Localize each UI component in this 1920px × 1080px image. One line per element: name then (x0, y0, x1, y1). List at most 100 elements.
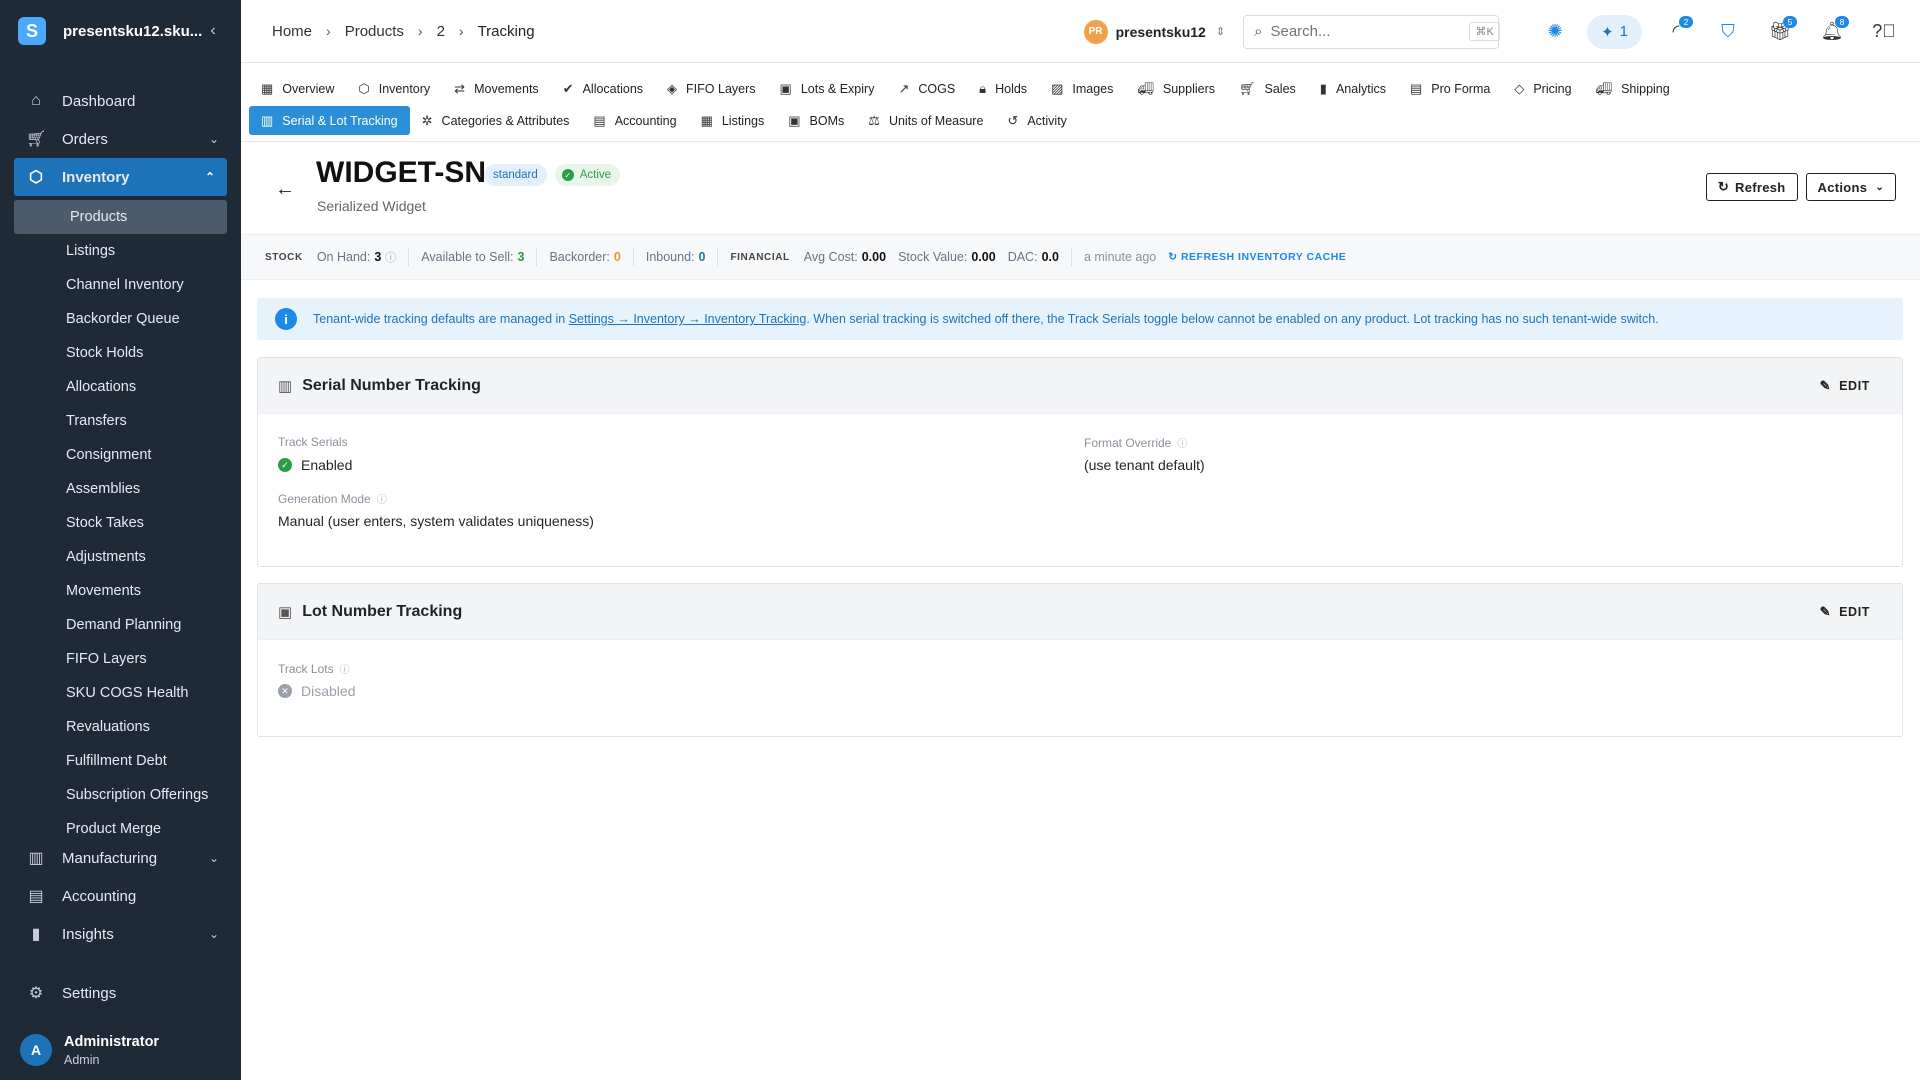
info-icon[interactable]: ⓘ (340, 661, 350, 676)
sidebar-subitem-movements[interactable]: Movements (0, 574, 241, 608)
sidebar-item-settings[interactable]: ⚙ Settings (0, 974, 241, 1012)
settings-link[interactable]: Settings → Inventory → Inventory Trackin… (569, 312, 807, 326)
tab-listings[interactable]: ▦ Listings (689, 106, 777, 135)
sidebar-subitem-demand-planning[interactable]: Demand Planning (0, 608, 241, 642)
gift-icon[interactable]: 🎁︎ 5 (1762, 14, 1798, 50)
user-role: Admin (64, 1052, 100, 1067)
chevron-left-icon[interactable]: ‹ (203, 22, 223, 40)
breadcrumb-products[interactable]: Products (345, 23, 404, 40)
inventory-submenu: Products Listings Channel Inventory Backord… (0, 200, 241, 846)
tab-label: Overview (282, 81, 335, 96)
sidebar-subitem-subscription-offerings[interactable]: Subscription Offerings (0, 778, 241, 812)
last-updated: a minute ago (1083, 250, 1157, 264)
x-circle-icon: ✕ (278, 684, 292, 698)
tab-icon: ↗ (898, 80, 910, 96)
sidebar-subitem-transfers[interactable]: Transfers (0, 404, 241, 438)
sidebar-item-inventory[interactable]: ⬡ Inventory ⌃ (14, 158, 227, 196)
tab-images[interactable]: ▨ Images (1039, 74, 1125, 103)
arrow-left-icon[interactable]: ← (275, 178, 295, 201)
track-serials-label: Track Serials (278, 435, 348, 449)
tab-inventory[interactable]: ⬡ Inventory (346, 74, 442, 103)
sidebar-subitem-backorder-queue[interactable]: Backorder Queue (0, 302, 241, 336)
tab-icon: ◈ (667, 80, 678, 96)
refresh-icon: ↻ (1168, 251, 1181, 263)
sidebar-item-orders[interactable]: 🛒︎ Orders ⌄ (0, 120, 241, 158)
sidebar-subitem-consignment[interactable]: Consignment (0, 438, 241, 472)
sidebar-subitem-listings[interactable]: Listings (0, 234, 241, 268)
tab-accounting[interactable]: ▤ Accounting (581, 106, 688, 135)
help-icon[interactable]: ?⃝ (1866, 14, 1902, 50)
banner-text-pre: Tenant-wide tracking defaults are manage… (313, 312, 566, 326)
edit-button[interactable]: ✎ EDIT (1806, 604, 1884, 620)
tab-suppliers[interactable]: 🚚︎ Suppliers (1125, 74, 1227, 103)
app-logo[interactable]: S (18, 17, 46, 45)
tab-pricing[interactable]: ◇ Pricing (1502, 74, 1583, 103)
tab-label: Listings (721, 113, 765, 128)
tab-pro-forma[interactable]: ▤ Pro Forma (1398, 74, 1502, 103)
tab-units-of-measure[interactable]: ⚖ Units of Measure (856, 106, 995, 135)
field-label: Track Lots ⓘ (278, 661, 350, 677)
tab-overview[interactable]: ▦ Overview (249, 74, 346, 103)
available-label: Available to Sell: (421, 250, 514, 264)
tenant-switcher[interactable]: PR presentsku12 ⇕ (1083, 19, 1225, 44)
sidebar-subitem-assemblies[interactable]: Assemblies (0, 472, 241, 506)
refresh-cache-link[interactable]: ↻ REFRESH INVENTORY CACHE (1168, 251, 1346, 263)
tab-serial-lot-tracking[interactable]: ▥ Serial & Lot Tracking (249, 106, 410, 135)
product-name: Serialized Widget (317, 198, 426, 214)
avg-cost-label: Avg Cost: (803, 250, 858, 264)
info-icon[interactable]: ⓘ (1177, 435, 1187, 450)
format-override-label: Format Override (1084, 435, 1172, 450)
sidebar-item-dashboard[interactable]: ⌂ Dashboard (0, 82, 241, 120)
tab-shipping[interactable]: 🚚︎ Shipping (1584, 74, 1682, 103)
tab-boms[interactable]: ▣ BOMs (776, 106, 856, 135)
sidebar-subitem-adjustments[interactable]: Adjustments (0, 540, 241, 574)
tab-lots-expiry[interactable]: ▣ Lots & Expiry (768, 74, 887, 103)
tab-movements[interactable]: ⇄ Movements (442, 74, 551, 103)
breadcrumb-product-id[interactable]: 2 (437, 23, 445, 40)
sidebar-subitem-fifo-layers[interactable]: FIFO Layers (0, 642, 241, 676)
tab-label: COGS (918, 81, 956, 96)
tab-cogs[interactable]: ↗ COGS (886, 74, 967, 103)
sidebar-subitem-sku-cogs-health[interactable]: SKU COGS Health (0, 676, 241, 710)
inbound-value: 0 (698, 250, 706, 264)
activity-icon[interactable]: ◜ 2 (1658, 14, 1694, 50)
tab-fifo-layers[interactable]: ◈ FIFO Layers (655, 74, 767, 103)
bell-icon[interactable]: 🔔︎ 8 (1814, 14, 1850, 50)
chevron-down-icon: ⌄ (208, 927, 219, 941)
sidebar-item-manufacturing[interactable]: ▥ Manufacturing ⌄ (0, 839, 241, 877)
search-input[interactable] (1270, 23, 1470, 40)
sidebar-subitem-channel-inventory[interactable]: Channel Inventory (0, 268, 241, 302)
tab-analytics[interactable]: ▮ Analytics (1308, 74, 1398, 103)
sidebar-item-insights[interactable]: ▮ Insights ⌄ (0, 915, 241, 953)
info-icon[interactable]: ⓘ (385, 252, 396, 264)
tab-allocations[interactable]: ✔ Allocations (551, 74, 655, 103)
type-badge: standard (484, 164, 547, 186)
sidebar-subitem-stock-holds[interactable]: Stock Holds (0, 336, 241, 370)
breadcrumb-home[interactable]: Home (272, 23, 312, 40)
generation-mode-value: Manual (user enters, system validates un… (278, 513, 594, 529)
shield-icon[interactable]: ⛉ (1710, 14, 1746, 50)
tab-label: Movements (474, 81, 539, 96)
sidebar-subitem-fulfillment-debt[interactable]: Fulfillment Debt (0, 744, 241, 778)
tab-sales[interactable]: 🛒︎ Sales (1227, 74, 1308, 103)
refresh-icon: ↻ (1717, 179, 1730, 194)
sparkle-icon[interactable]: ✺ (1537, 14, 1573, 50)
tab-holds[interactable]: 🔒︎ Holds (967, 74, 1039, 103)
edit-button[interactable]: ✎ EDIT (1806, 378, 1884, 394)
status-badge-label: Active (579, 169, 612, 181)
sidebar-subitem-products[interactable]: Products (14, 200, 227, 234)
sidebar-item-accounting[interactable]: ▤ Accounting (0, 877, 241, 915)
actions-button[interactable]: Actions ⌄ (1805, 173, 1896, 201)
refresh-button[interactable]: ↻ Refresh (1705, 173, 1798, 201)
lot-tracking-card: ▣ Lot Number Tracking ✎ EDIT Track Lots ⓘ … (257, 583, 1903, 737)
sidebar-subitem-stock-takes[interactable]: Stock Takes (0, 506, 241, 540)
sidebar-subitem-allocations[interactable]: Allocations (0, 370, 241, 404)
tab-categories-attributes[interactable]: ✲ Categories & Attributes (410, 106, 582, 135)
search-box[interactable]: ⌕ ⌘K (1243, 14, 1500, 49)
tab-activity[interactable]: ↺ Activity (995, 106, 1079, 135)
tenant-name[interactable]: presentsku12.sku... (63, 23, 203, 40)
info-icon[interactable]: ⓘ (377, 491, 387, 506)
user-menu[interactable]: A Administrator Admin (0, 1020, 241, 1080)
ai-assistant-button[interactable]: ✦ 1 (1587, 14, 1642, 49)
sidebar-subitem-revaluations[interactable]: Revaluations (0, 710, 241, 744)
